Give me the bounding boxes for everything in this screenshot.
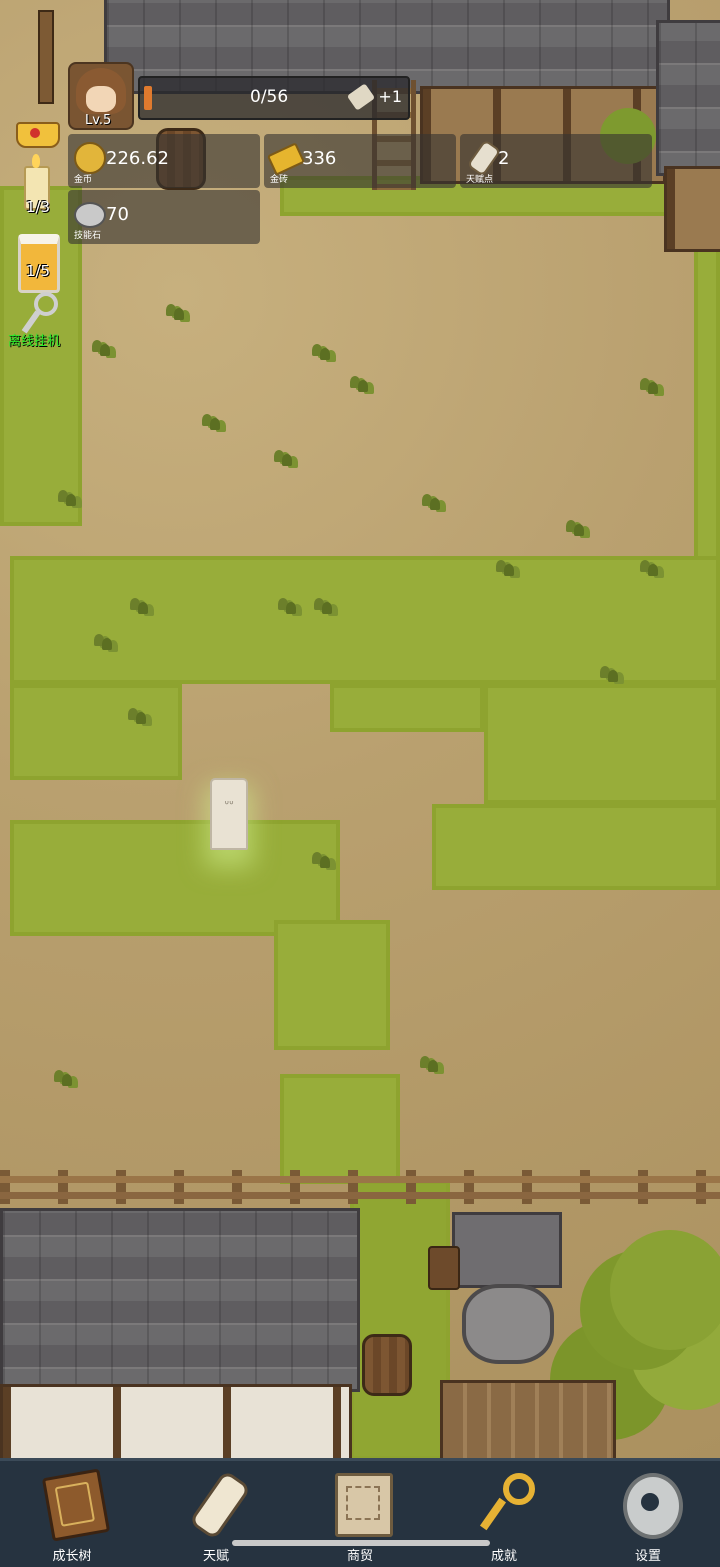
weed-tuft [312,344,334,362]
wooden-post [38,10,54,104]
weed-tuft [130,598,152,616]
resource-talent-points[interactable]: 2 天赋点 [460,134,652,188]
skill-stone-caption: 技能石 [74,231,102,241]
weed-tuft [94,634,116,652]
weed-tuft [58,490,80,508]
weed-tuft [314,598,336,616]
wooden-cart [440,1380,616,1460]
grass-patch [10,820,340,936]
tree [610,1230,720,1350]
nav-trade[interactable]: 商贸 [310,1471,410,1564]
grass-patch [694,230,720,560]
weed-tuft [600,666,622,684]
grass-patch [484,684,720,804]
grass-patch [350,1180,450,1460]
nav-settings[interactable]: 设置 [598,1471,698,1564]
nav-label: 商贸 [346,1549,373,1564]
gold-coin-icon [74,142,106,174]
wrench-key-icon[interactable] [21,292,58,334]
player-avatar[interactable]: Lv.5 [68,62,134,130]
weed-tuft [166,304,188,322]
weed-tuft [350,376,372,394]
xp-fill [144,86,152,110]
weed-tuft [496,560,518,578]
xp-bar: 0/56 +1 [138,76,410,120]
map-icon [335,1473,393,1537]
grass-patch [280,1074,400,1184]
player-level: Lv.5 [85,113,112,128]
gold-coin-caption: 金币 [74,175,93,185]
bucket [428,1246,460,1290]
book-icon [41,1468,111,1542]
house-roof [656,20,720,176]
nav-talent[interactable]: 天赋 [166,1469,266,1564]
stone-well[interactable] [462,1284,554,1364]
key-icon [479,1473,535,1531]
grass-patch [330,684,484,732]
gear-icon [623,1473,683,1539]
wooden-fence [0,1170,720,1204]
nav-growth-tree[interactable]: 成长树 [22,1468,122,1564]
resource-gold-coin[interactable]: 226.62 金币 [68,134,260,188]
weed-tuft [640,378,662,396]
weed-tuft [640,560,662,578]
offline-idle-label[interactable]: 离线挂机 [8,330,60,349]
nav-achievements[interactable]: 成就 [454,1471,554,1564]
resource-gold-bar[interactable]: 336 金砖 [264,134,456,188]
key-ring [503,1473,535,1505]
nav-label: 成长树 [52,1549,92,1564]
talent-points-caption: 天赋点 [466,175,494,185]
bottom-nav: 成长树 天赋 商贸 成就 设置 [0,1458,720,1567]
key-shaft [479,1497,507,1531]
house-wall [664,166,720,252]
scroll-icon [188,1469,252,1541]
crown-gem [30,128,40,138]
crown-button[interactable] [14,110,60,148]
beer-count: 1/5 [25,262,51,280]
gold-bar-value: 336 [302,148,337,169]
nav-label: 设置 [634,1549,661,1564]
xp-bonus: +1 [378,87,402,106]
house-wall-bottom [0,1384,352,1460]
skill-stone-value: 70 [106,204,129,225]
weed-tuft [312,852,334,870]
grass-patch [432,804,720,890]
scroll-icon [346,83,376,111]
weed-tuft [128,708,150,726]
barrel [362,1334,412,1396]
weed-tuft [92,340,114,358]
skill-stone-icon [74,202,106,228]
grass-patch [10,684,182,780]
carrot-plant [420,1056,442,1074]
gold-bar-icon [266,142,306,176]
gold-bar-caption: 金砖 [270,175,289,185]
face-icon: ᐡᐡ [224,798,234,812]
tombstone-character[interactable]: ᐡᐡ [210,778,248,850]
weed-tuft [422,494,444,512]
avatar-face [86,86,116,112]
house-roof-bottom [0,1208,360,1392]
weed-tuft [274,450,296,468]
nav-label: 成就 [490,1549,517,1564]
weed-tuft [566,520,588,538]
candle-count: 1/3 [25,198,51,216]
resource-skill-stone[interactable]: 70 技能石 [68,190,260,244]
well-roof [452,1212,562,1288]
weed-tuft [202,414,224,432]
talent-points-value: 2 [498,148,510,169]
grass-patch [10,556,720,684]
nav-label: 天赋 [202,1549,229,1564]
xp-text: 0/56 [250,87,289,107]
weed-tuft [54,1070,76,1088]
home-indicator[interactable] [232,1540,490,1546]
grass-patch [274,920,390,1050]
gold-coin-value: 226.62 [106,148,169,169]
weed-tuft [278,598,300,616]
